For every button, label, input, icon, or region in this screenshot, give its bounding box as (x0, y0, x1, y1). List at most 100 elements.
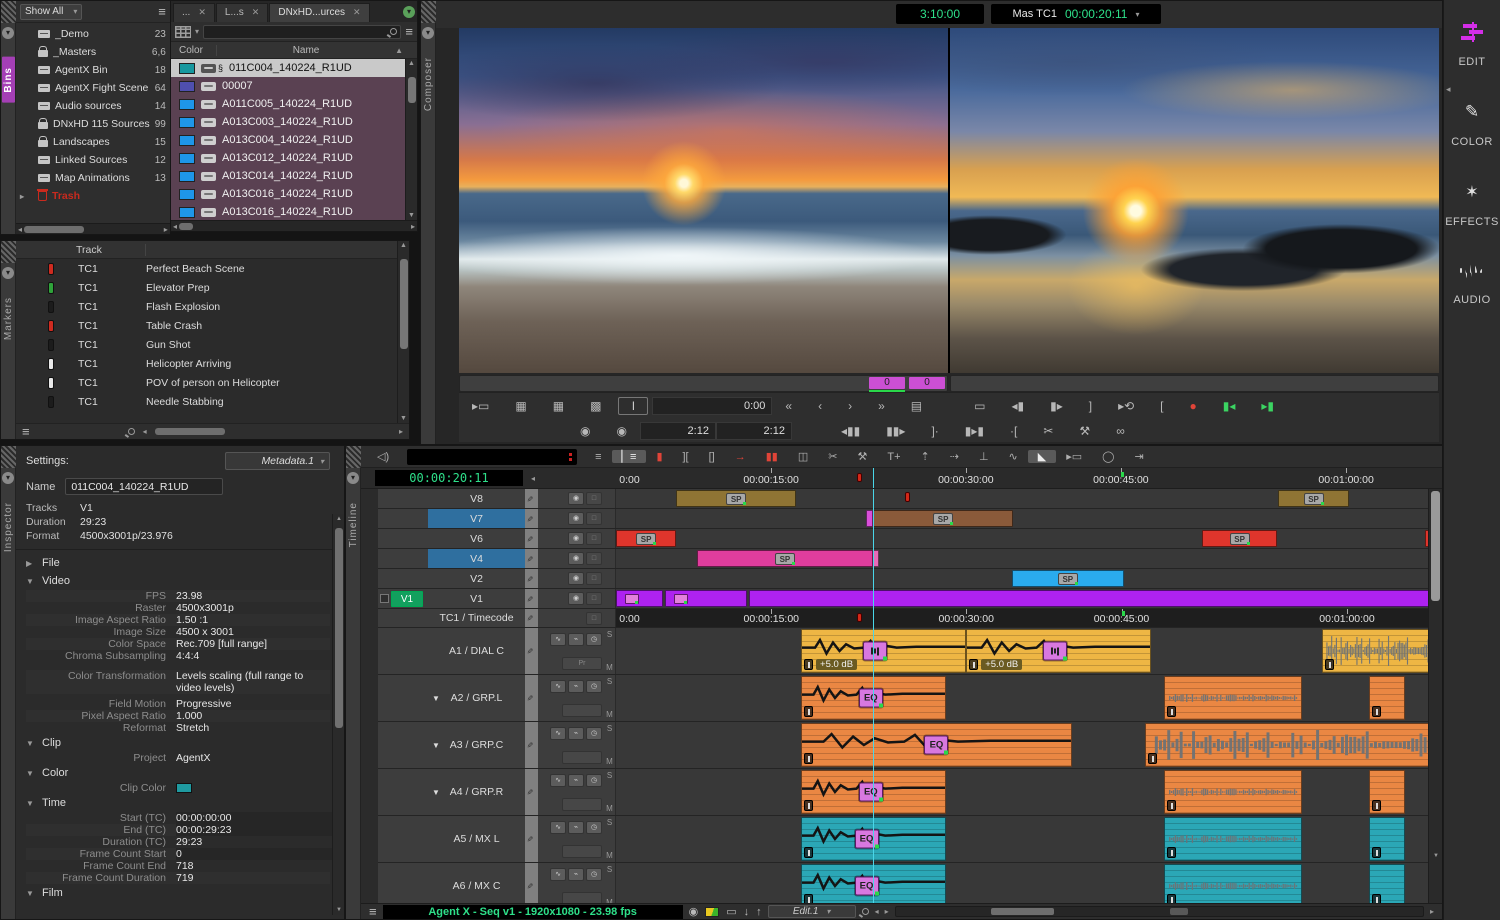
pencil-strip[interactable] (525, 529, 538, 548)
track-header[interactable]: A2 / GRP.L▼◂∿⌁◷SM (378, 675, 616, 721)
timeline-clip[interactable] (665, 590, 748, 607)
collapse-arrow-icon[interactable]: ◂ (531, 474, 535, 483)
duration-b-field[interactable]: 2:12 (716, 422, 792, 440)
workspace-effects[interactable]: ✶EFFECTS (1445, 182, 1499, 228)
expander-icon[interactable]: ▼ (432, 741, 440, 750)
record-strip[interactable] (407, 449, 577, 465)
clear-out-icon[interactable]: ]· (918, 424, 951, 438)
timeline-clip[interactable]: +5.0 dB (966, 629, 1151, 673)
pencil-strip[interactable] (525, 609, 538, 627)
clip-icon[interactable]: ▭ (961, 399, 998, 413)
solo-mute-column[interactable] (604, 609, 615, 627)
source-monitor[interactable] (459, 28, 948, 373)
step-forward-frame-icon[interactable]: ▮▸ (1037, 399, 1076, 413)
solo-button[interactable]: S (604, 771, 615, 780)
fast-forward-icon[interactable]: » (865, 399, 898, 413)
track-name[interactable]: A3 / GRP.C▼◂ (428, 722, 525, 768)
track-box-icon[interactable]: □ (586, 512, 602, 525)
anchor-icon[interactable]: ⊥ (969, 450, 999, 463)
panel-drag-handle[interactable] (346, 446, 361, 468)
scroll-left-icon[interactable]: ◂ (18, 225, 22, 234)
bin-tab[interactable]: ...✕ (173, 3, 215, 22)
keyframe-tool-icon[interactable]: ◣ (1028, 450, 1056, 463)
rewind-icon[interactable]: « (772, 399, 805, 413)
expander-icon[interactable]: ▸ (20, 192, 24, 201)
pencil-strip[interactable] (525, 863, 538, 903)
clip-color-chip[interactable] (179, 153, 195, 164)
view-mode-icon[interactable] (175, 26, 191, 38)
pencil-strip[interactable] (525, 569, 538, 588)
workspace-edit[interactable]: EDIT (1458, 22, 1485, 68)
clip-color-chip[interactable] (179, 117, 195, 128)
source-track-button[interactable]: V1 (391, 591, 423, 607)
grid-large-icon[interactable]: ▦ (502, 399, 539, 413)
section-header[interactable]: ▶File (26, 554, 330, 572)
pencil-strip[interactable] (525, 769, 538, 815)
timeline-clip[interactable]: SP (873, 510, 1013, 527)
track-name[interactable]: A4 / GRP.R▼◂ (428, 769, 525, 815)
link-icon[interactable]: ∞ (1103, 424, 1138, 438)
timeline-clip[interactable] (749, 590, 1438, 607)
zoom-handle[interactable] (1170, 908, 1188, 915)
back-ten-icon[interactable]: ◂▮▮ (828, 424, 873, 438)
clip-gain-icon[interactable] (1372, 847, 1381, 858)
bin-tab[interactable]: L...s✕ (216, 3, 268, 22)
ruler-marker-icon[interactable] (857, 473, 862, 482)
timeline-scrollbar[interactable] (895, 906, 1424, 917)
speaker-icon[interactable]: ◁) (367, 450, 399, 463)
playhead[interactable] (873, 489, 874, 903)
monitor-icon[interactable]: ◉ (568, 492, 584, 505)
video-quality-icon[interactable] (705, 907, 719, 917)
marker-row[interactable]: TC1Needle Stabbing (16, 392, 409, 411)
waveform-icon[interactable]: ∿ (550, 774, 566, 787)
patch-checkbox[interactable] (380, 594, 389, 603)
bin-list-item[interactable]: AgentX Fight Scene64 (16, 79, 170, 97)
position-indicator-tool[interactable]: I (618, 397, 648, 415)
track-name[interactable]: A1 / DIAL C◂ (428, 628, 525, 674)
monitor-icon[interactable]: ◉ (568, 572, 584, 585)
expander-icon[interactable]: ▼ (26, 577, 34, 586)
marker-row[interactable]: TC1Table Crash (16, 316, 409, 335)
grid-medium-icon[interactable]: ▦ (540, 399, 577, 413)
clip-gain-icon[interactable] (1325, 659, 1334, 670)
scrollbar-thumb[interactable] (400, 259, 408, 349)
meter-grid[interactable] (562, 751, 602, 764)
step-back-icon[interactable]: ‹ (805, 399, 835, 413)
workspace-audio[interactable]: AUDIO (1453, 262, 1490, 306)
section-header[interactable]: ▼Color (26, 764, 330, 782)
marker-row[interactable]: TC1Flash Explosion (16, 297, 409, 316)
effect-badge[interactable]: SP (933, 513, 953, 525)
solo-button[interactable]: S (604, 818, 615, 827)
trim-up-icon[interactable]: ⇡ (911, 450, 940, 463)
solo-button[interactable]: S (604, 677, 615, 686)
track-header[interactable]: V6◉□ (378, 529, 616, 548)
scrollbar-thumb[interactable] (408, 77, 416, 103)
bin-list-item[interactable]: DNxHD 115 Sources99 (16, 115, 170, 133)
bin-vertical-scrollbar[interactable]: ▲▼ (405, 59, 417, 220)
overwrite-icon[interactable]: ▮▮ (756, 450, 788, 463)
column-track[interactable]: Track (16, 244, 146, 256)
cut-icon[interactable]: ✂ (818, 450, 847, 463)
lift-icon[interactable]: ][ (673, 451, 699, 463)
marker-row[interactable]: TC1Gun Shot (16, 335, 409, 354)
scroll-left-icon[interactable]: ◂ (143, 427, 147, 436)
scrollbar-thumb[interactable] (1431, 491, 1440, 601)
section-header[interactable]: ▼Film (26, 884, 330, 902)
track-name[interactable]: V8 (428, 489, 525, 508)
solo-mute-column[interactable]: SM (604, 816, 615, 862)
solo-button[interactable]: S (604, 630, 615, 639)
track-lane[interactable]: EQ (616, 675, 1442, 721)
step-back-frame-icon[interactable]: ◂▮ (998, 399, 1037, 413)
playhead[interactable] (873, 468, 874, 488)
down-arrow-icon[interactable]: ↓ (744, 906, 750, 918)
clip-gain-icon[interactable] (804, 894, 813, 903)
pencil-strip[interactable] (525, 628, 538, 674)
clip-color-swatch[interactable] (176, 783, 192, 793)
track-panel-icon[interactable]: ≡ (585, 451, 611, 463)
track-lane[interactable] (616, 589, 1442, 608)
timeline-clip[interactable] (1369, 864, 1405, 903)
monitor-icon[interactable]: ◉ (568, 552, 584, 565)
track-header[interactable]: V1V1◉□ (378, 589, 616, 608)
timecode-ruler[interactable]: 0:0000:00:15:0000:00:30:0000:00:45:0000:… (616, 468, 1441, 488)
effect-badge[interactable]: SP (1230, 533, 1250, 545)
